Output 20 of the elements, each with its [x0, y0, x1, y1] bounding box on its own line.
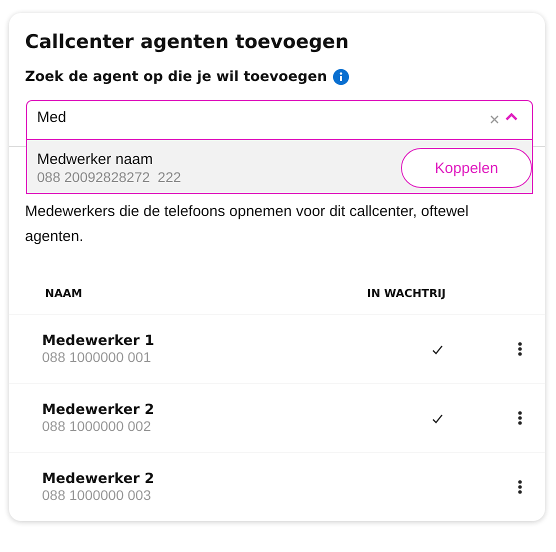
agent-number: 088 1000000 001 — [42, 349, 152, 365]
column-header: NAAM — [45, 287, 84, 300]
info-icon[interactable] — [333, 69, 350, 85]
agent-name: Medewerker 2 — [42, 402, 156, 418]
field-label: Zoek de agent op die je wil toevoegen — [25, 69, 328, 85]
agent-name: Medewerker 1 — [42, 333, 156, 349]
more-icon[interactable] — [518, 411, 522, 425]
agent-number: 088 1000000 003 — [42, 487, 152, 503]
clear-icon[interactable] — [490, 114, 499, 124]
dialog-title: Callcenter agenten toevoegen — [25, 31, 350, 53]
caret-icon[interactable] — [505, 113, 518, 121]
description-text: Medewerkers die de telefoons opnemen voor dit callcenter, oftewel agenten. — [25, 202, 470, 247]
link-button[interactable]: Koppelen — [401, 148, 532, 188]
result-number: 088 20092828272 222 — [37, 169, 182, 185]
more-icon[interactable] — [518, 342, 522, 356]
agent-name: Medewerker 2 — [42, 471, 156, 487]
agent-number: 088 1000000 002 — [42, 418, 152, 434]
more-icon[interactable] — [518, 480, 522, 494]
column-header: IN WACHTRIJ — [367, 287, 447, 300]
result-name: Medwerker naam — [37, 151, 154, 168]
